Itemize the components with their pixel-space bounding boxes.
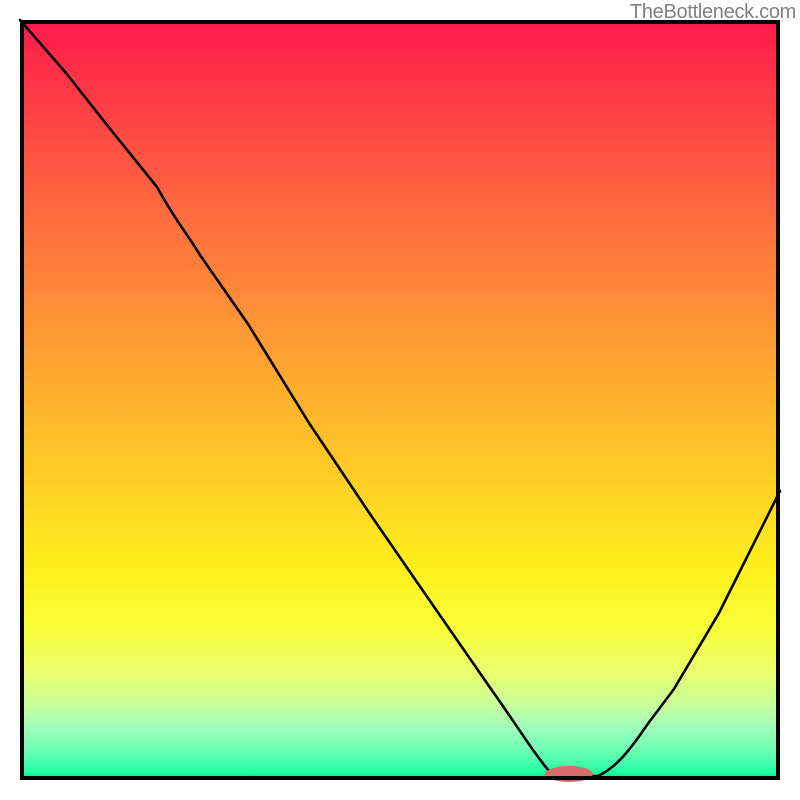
optimum-marker [545, 766, 593, 782]
curve-layer [20, 20, 780, 780]
chart-container: TheBottleneck.com [0, 0, 800, 800]
bottleneck-curve [20, 20, 780, 776]
watermark-label: TheBottleneck.com [630, 1, 796, 24]
